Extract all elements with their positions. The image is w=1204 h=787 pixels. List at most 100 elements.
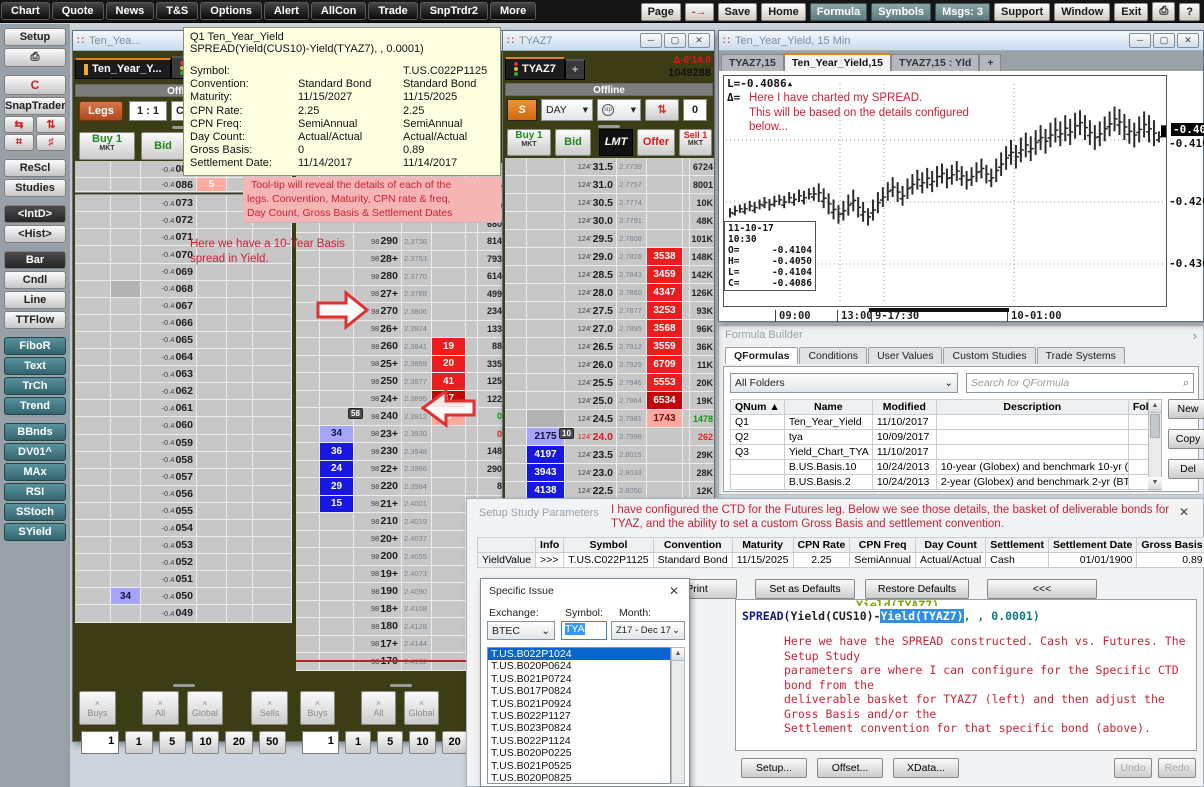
ladder-cell-ask[interactable] [647, 446, 683, 464]
ladder-cell[interactable] [253, 605, 292, 622]
qty-preset-1[interactable]: 1 [345, 731, 371, 754]
ladder-cell-ask[interactable]: 3568 [647, 320, 683, 338]
sidebar-trch[interactable]: TrCh [4, 377, 66, 395]
ladder-cell-bid[interactable] [111, 435, 141, 452]
menu-save[interactable]: Save [718, 3, 758, 21]
redo-button[interactable]: Redo [1158, 758, 1196, 778]
ladder-cell-bid[interactable] [527, 212, 565, 230]
bond-list-item[interactable]: T.US.B021P0525 [488, 760, 670, 772]
ladder-cell-price[interactable]: 124'26.0 [565, 356, 617, 374]
menu-allcon[interactable]: AllCon [311, 2, 366, 20]
ladder-cell[interactable] [253, 452, 292, 469]
tab-tyaz7[interactable]: TYAZ7 [505, 57, 565, 80]
ladder-cell[interactable] [466, 233, 478, 251]
ladder-cell-bid[interactable] [320, 356, 354, 374]
bond-list-item[interactable]: T.US.B020P0225 [488, 747, 670, 759]
fb-tab-qformulas[interactable]: QFormulas [725, 347, 798, 364]
ladder-cell[interactable] [466, 286, 478, 304]
ladder-cell[interactable] [227, 349, 253, 366]
ladder-cell[interactable] [75, 161, 111, 178]
menu-exit[interactable]: Exit [1114, 3, 1148, 21]
ladder-cell[interactable] [253, 264, 292, 281]
list-scrollbar[interactable]: ▲ [671, 647, 685, 784]
menu-symbols[interactable]: Symbols [871, 3, 931, 21]
ladder-cell-ask[interactable] [432, 566, 466, 584]
ladder-cell[interactable] [466, 338, 478, 356]
menu-trade[interactable]: Trade [368, 2, 417, 20]
ladder-cell-ask[interactable] [647, 194, 683, 212]
bid-button[interactable]: Bid [141, 132, 185, 160]
ladder-cell[interactable] [296, 531, 320, 549]
ladder-cell[interactable] [296, 601, 320, 619]
menu-quote[interactable]: Quote [52, 2, 104, 20]
grid-red-icon[interactable]: ⌗ [4, 134, 34, 151]
ladder-cell-ask[interactable]: 6709 [647, 356, 683, 374]
ladder-cell-price[interactable]: -0.4067 [141, 298, 197, 315]
fb-tab-trade-systems[interactable]: Trade Systems [1037, 347, 1125, 364]
scroll-down-track[interactable]: ▼ [1148, 477, 1162, 491]
ladder-cell[interactable] [466, 356, 478, 374]
ladder-cell-price[interactable]: 98290 [354, 233, 402, 251]
ladder-cell[interactable] [683, 446, 690, 464]
legs-button[interactable]: Legs [79, 101, 123, 121]
ladder-cell[interactable] [75, 229, 111, 246]
ladder-cell[interactable] [227, 554, 253, 571]
ladder-cell-ask[interactable] [432, 513, 466, 531]
ladder-cell[interactable] [227, 400, 253, 417]
ladder-cell[interactable] [227, 435, 253, 452]
ladder-cell-ask[interactable] [647, 212, 683, 230]
ladder-cell-price[interactable]: -0.4073 [141, 195, 197, 212]
ladder-cell-bid[interactable] [111, 571, 141, 588]
ladder-cell-price[interactable]: -0.4053 [141, 537, 197, 554]
ladder-cell-bid[interactable] [111, 520, 141, 537]
ladder-cell-ask[interactable]: 3538 [647, 248, 683, 266]
clear-global-button[interactable]: ×Global [404, 691, 439, 725]
ladder-cell[interactable] [75, 469, 111, 486]
offset-button[interactable]: Offset... [817, 758, 883, 778]
bond-list-item[interactable]: T.US.B020P0624 [488, 660, 670, 672]
ladder-cell[interactable] [253, 281, 292, 298]
ladder-cell[interactable] [75, 332, 111, 349]
ladder-cell[interactable] [296, 426, 320, 444]
ladder-cell-price[interactable]: 9825+ [354, 356, 402, 374]
ladder-cell-ask[interactable]: 5553 [647, 374, 683, 392]
printer-icon[interactable]: ⎙ [4, 48, 66, 67]
grid-blue-icon[interactable]: ♯ [36, 134, 66, 151]
fb-tab-custom-studies[interactable]: Custom Studies [943, 347, 1035, 364]
column-header[interactable]: Modified [872, 400, 936, 415]
ladder-cell-bid[interactable] [111, 452, 141, 469]
ladder-cell[interactable] [466, 443, 478, 461]
ladder-cell-price[interactable]: -0.4058 [141, 452, 197, 469]
ladder-cell-ask[interactable]: 6534 [647, 392, 683, 410]
ladder-cell[interactable] [296, 443, 320, 461]
ladder-cell[interactable] [227, 264, 253, 281]
menu-support[interactable]: Support [994, 3, 1050, 21]
ladder-cell-price[interactable]: 124'27.5 [565, 302, 617, 320]
copy-button[interactable]: Copy [1168, 429, 1204, 449]
ladder-cell-price[interactable]: 124'29.5 [565, 230, 617, 248]
ladder-cell[interactable] [466, 461, 478, 479]
table-row[interactable]: Q1Ten_Year_Yield11/10/2017 [731, 415, 1162, 430]
tab-ten-year-yield[interactable]: Ten_Year_Y... [75, 58, 171, 79]
ladder-cell[interactable] [683, 230, 690, 248]
setup-button[interactable]: Setup... [741, 758, 807, 778]
clear-buys-button[interactable]: ×Buys [79, 691, 116, 725]
ladder-cell-ask[interactable] [197, 469, 227, 486]
ladder-cell[interactable] [227, 383, 253, 400]
sidebar-bbnds[interactable]: BBnds [4, 423, 66, 441]
ladder-cell-bid[interactable]: 15 [320, 496, 354, 514]
ladder-cell-ask[interactable]: 1743 [647, 410, 683, 428]
clear-sells-button[interactable]: ×Sells [251, 691, 288, 725]
ladder-cell-price[interactable]: 124'28.5 [565, 266, 617, 284]
ladder-cell-ask[interactable] [197, 195, 227, 212]
ladder-cell-bid[interactable] [111, 178, 141, 192]
menu-page[interactable]: Page [641, 3, 681, 21]
ladder-cell[interactable] [227, 452, 253, 469]
minimize-button[interactable]: ─ [640, 33, 662, 48]
ladder-cell[interactable] [296, 618, 320, 636]
menu-msgs-3[interactable]: Msgs: 3 [935, 3, 990, 21]
bond-list-item[interactable]: T.US.B021P0724 [488, 673, 670, 685]
ladder-cell-price[interactable]: 124'31.0 [565, 176, 617, 194]
close-button[interactable]: ✕ [1177, 33, 1199, 48]
ladder-cell-ask[interactable] [432, 303, 466, 321]
